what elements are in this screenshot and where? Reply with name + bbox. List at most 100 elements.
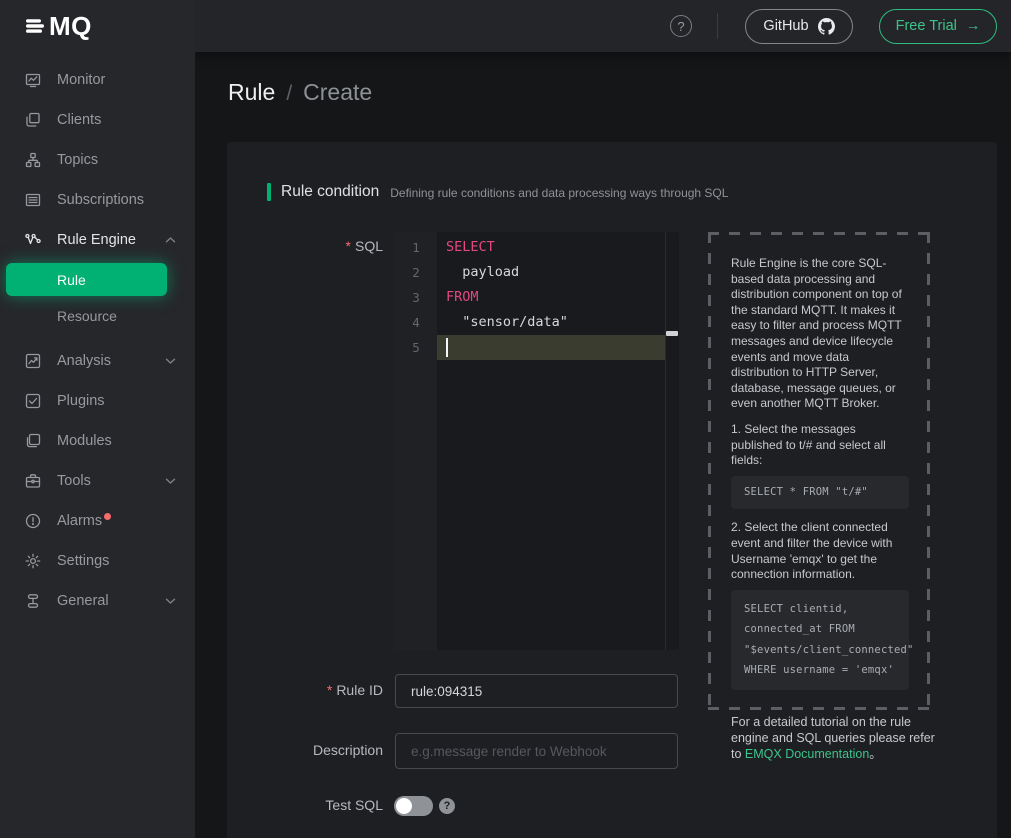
sidebar-item-label: Topics — [57, 152, 98, 168]
sidebar-nav: Monitor Clients Topics — [0, 52, 195, 621]
chevron-down-icon — [165, 596, 176, 606]
chevron-up-icon — [165, 235, 176, 245]
sidebar-item-analysis[interactable]: Analysis — [0, 341, 195, 381]
rule-engine-help-panel: Rule Engine is the core SQL-based data p… — [708, 232, 930, 710]
rule-id-label: *Rule ID — [223, 682, 383, 698]
code-line: SELECT — [437, 235, 679, 260]
breadcrumb-separator: / — [286, 82, 292, 106]
breadcrumb-rule-link[interactable]: Rule — [228, 79, 275, 106]
sidebar-item-general[interactable]: General — [0, 581, 195, 621]
sidebar-item-label: Clients — [57, 112, 101, 128]
github-label: GitHub — [763, 18, 808, 34]
sidebar-item-monitor[interactable]: Monitor — [0, 60, 195, 100]
editor-gutter: 1 2 3 4 5 — [395, 232, 437, 650]
sidebar-item-plugins[interactable]: Plugins — [0, 381, 195, 421]
clients-icon — [24, 111, 42, 129]
test-sql-help-icon[interactable]: ? — [439, 798, 455, 814]
sql-code-editor[interactable]: 1 2 3 4 5 SELECT payload FROM "sensor/da… — [395, 232, 679, 650]
rule-form-card: Rule condition Defining rule conditions … — [227, 142, 997, 838]
section-title: Rule condition — [281, 183, 379, 201]
code-line: "sensor/data" — [437, 310, 679, 335]
rule-id-input[interactable] — [395, 674, 678, 708]
modules-icon — [24, 432, 42, 450]
required-mark: * — [327, 682, 332, 698]
breadcrumb-create: Create — [303, 79, 372, 106]
plugins-icon — [24, 392, 42, 410]
help-intro-text: Rule Engine is the core SQL-based data p… — [731, 256, 909, 412]
sidebar-item-label: Rule Engine — [57, 232, 136, 248]
sidebar-item-modules[interactable]: Modules — [0, 421, 195, 461]
help-code-sample-2: SELECT clientid, connected_at FROM "$eve… — [731, 590, 909, 690]
code-sample-line: WHERE username = 'emqx' — [744, 660, 896, 681]
emqx-documentation-link[interactable]: EMQX Documentation — [745, 747, 869, 761]
gear-icon — [24, 552, 42, 570]
editor-code-area[interactable]: SELECT payload FROM "sensor/data" — [437, 232, 679, 650]
nav-gap — [0, 334, 195, 341]
sidebar-item-label: Alarms — [57, 513, 102, 529]
help-footer-suffix: 。 — [869, 747, 882, 761]
help-glyph: ? — [444, 800, 451, 812]
sidebar-subitem-rule[interactable]: Rule — [6, 263, 167, 296]
code-sample-line: SELECT clientid, — [744, 599, 896, 620]
code-sample-line: connected_at FROM — [744, 619, 896, 640]
code-line: payload — [437, 260, 679, 285]
code-line: FROM — [437, 285, 679, 310]
sidebar-item-clients[interactable]: Clients — [0, 100, 195, 140]
sidebar-item-label: Modules — [57, 433, 112, 449]
help-step1-text: 1. Select the messages published to t/# … — [731, 422, 909, 469]
arrow-right-icon: → — [966, 18, 981, 34]
emq-logo[interactable]: MQ — [0, 0, 195, 52]
sidebar-item-label: Analysis — [57, 353, 111, 369]
section-header: Rule condition Defining rule conditions … — [267, 183, 728, 201]
chevron-down-icon — [165, 356, 176, 366]
help-step2-text: 2. Select the client connected event and… — [731, 520, 909, 582]
topbar: ? GitHub Free Trial → — [195, 0, 1011, 52]
monitor-icon — [24, 71, 42, 89]
sidebar-item-settings[interactable]: Settings — [0, 541, 195, 581]
logo-text: MQ — [49, 11, 92, 42]
test-sql-label: Test SQL — [223, 797, 383, 813]
topics-icon — [24, 151, 42, 169]
tools-icon — [24, 472, 42, 490]
section-accent-bar — [267, 183, 271, 201]
sidebar-item-topics[interactable]: Topics — [0, 140, 195, 180]
chevron-down-icon — [165, 476, 176, 486]
help-icon[interactable]: ? — [670, 15, 692, 37]
help-code-sample-1: SELECT * FROM "t/#" — [731, 476, 909, 510]
topbar-divider — [717, 13, 718, 39]
sidebar-item-label: Subscriptions — [57, 192, 144, 208]
emq-bars-icon — [23, 14, 47, 38]
github-button[interactable]: GitHub — [745, 9, 853, 44]
sidebar-item-label: Plugins — [57, 393, 105, 409]
sql-label: *SQL — [223, 238, 383, 254]
code-sample-line: "$events/client_connected" — [744, 640, 896, 661]
sidebar-item-subscriptions[interactable]: Subscriptions — [0, 180, 195, 220]
line-number: 4 — [395, 310, 437, 335]
sidebar-item-label: Tools — [57, 473, 91, 489]
main-content: Rule / Create Rule condition Defining ru… — [195, 52, 1011, 838]
subscriptions-icon — [24, 191, 42, 209]
required-mark: * — [346, 238, 351, 254]
description-label: Description — [223, 742, 383, 758]
sidebar-item-label: Settings — [57, 553, 109, 569]
alarm-alert-dot — [104, 513, 111, 520]
sidebar-item-alarms[interactable]: Alarms — [0, 501, 195, 541]
description-input[interactable] — [395, 733, 678, 769]
general-icon — [24, 592, 42, 610]
sidebar-item-rule-engine[interactable]: Rule Engine — [0, 220, 195, 260]
text-cursor — [446, 338, 448, 357]
free-trial-button[interactable]: Free Trial → — [879, 9, 997, 44]
toggle-thumb — [396, 798, 412, 814]
section-subtitle: Defining rule conditions and data proces… — [390, 186, 728, 200]
sidebar-item-label: General — [57, 593, 109, 609]
test-sql-toggle[interactable] — [394, 796, 433, 816]
breadcrumb: Rule / Create — [228, 79, 372, 106]
help-glyph: ? — [677, 19, 684, 34]
sidebar-subitem-resource[interactable]: Resource — [0, 298, 195, 334]
free-trial-label: Free Trial — [896, 18, 957, 34]
line-number: 2 — [395, 260, 437, 285]
code-line — [437, 335, 679, 360]
sidebar-item-label: Rule — [57, 272, 86, 288]
help-footer: For a detailed tutorial on the rule engi… — [731, 715, 941, 762]
sidebar-item-tools[interactable]: Tools — [0, 461, 195, 501]
